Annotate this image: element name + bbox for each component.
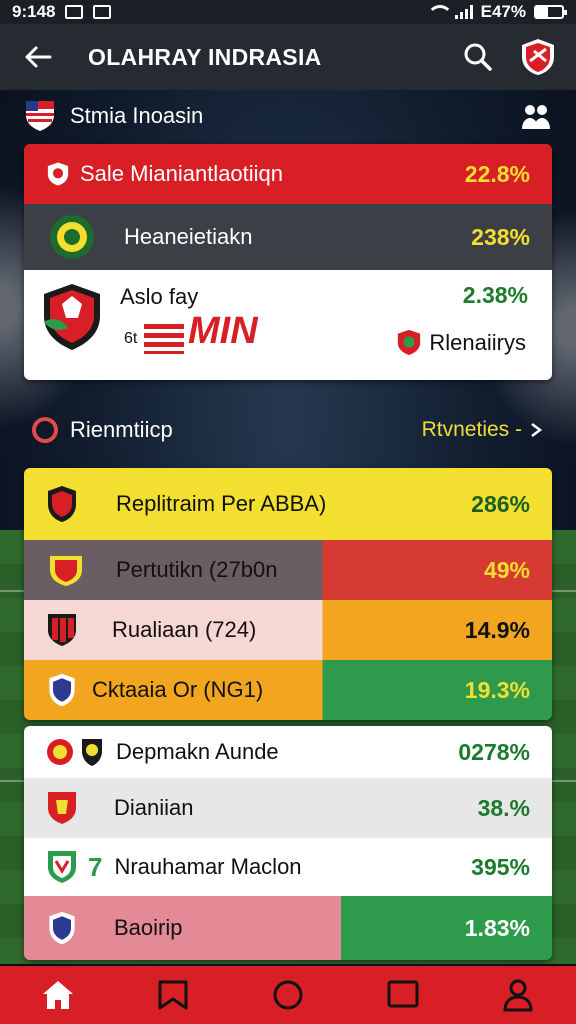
row-value: 22.8% — [464, 160, 530, 187]
row-small-label: 6t — [124, 330, 138, 347]
row-label: Rualiaan (724) — [112, 617, 257, 642]
section-action-link[interactable]: Rtvneties - — [422, 418, 544, 442]
row-value: 49% — [483, 556, 530, 583]
row-label: Aslo fay — [120, 284, 199, 309]
gallery-icon — [65, 5, 84, 19]
club-badge-icon — [48, 851, 76, 883]
chevron-right-icon — [531, 423, 543, 437]
club-badge-icon — [48, 614, 76, 646]
row-value: 2.38% — [462, 282, 528, 308]
mid-standings-card: Replitraim Per ABBA) 286% Pertutikn (27b… — [24, 468, 552, 720]
club-badge-icon — [49, 911, 75, 945]
search-icon[interactable] — [458, 37, 498, 77]
club-badge-icon — [50, 215, 94, 259]
circle-icon[interactable] — [270, 977, 306, 1013]
row-label: Cktaaia Or (NG1) — [92, 677, 264, 702]
row-value: 286% — [471, 490, 530, 517]
row-label: Heaneietiakn — [124, 224, 253, 249]
people-icon[interactable] — [520, 101, 552, 131]
square-icon[interactable] — [385, 977, 421, 1013]
flag-shield-icon — [26, 101, 54, 131]
table-row[interactable]: Heaneietiakn 238% — [24, 204, 552, 270]
bookmark-icon[interactable] — [155, 977, 191, 1013]
app-title: OLAHRAY INDRASIA — [88, 43, 322, 70]
card-header-row[interactable]: Sale Mianiantlaotiiqn 22.8% — [24, 144, 552, 204]
row-value: 395% — [471, 853, 530, 880]
app-bar: OLAHRAY INDRASIA — [0, 24, 576, 90]
bottom-navigation — [0, 966, 576, 1024]
row-value: 1.83% — [464, 914, 530, 941]
top-standings-card: Sale Mianiantlaotiiqn 22.8% Heaneietiakn… — [24, 144, 552, 380]
striped-banner — [144, 324, 184, 354]
table-row[interactable]: Dianiian 38.% — [24, 778, 552, 838]
battery-percent: E47% — [480, 2, 526, 21]
club-badge-icon — [48, 486, 76, 522]
row-value: 19.3% — [464, 676, 530, 703]
notification-icon — [93, 5, 112, 19]
club-badge-icon — [44, 284, 100, 350]
row-value: 14.9% — [464, 616, 530, 643]
table-row[interactable]: Rualiaan (724) 14.9% — [24, 600, 552, 660]
club-crest-icon[interactable] — [518, 37, 558, 77]
sub-header-title: Stmia Inoasin — [70, 103, 204, 128]
status-bar: 9:148 E47% — [0, 0, 576, 24]
row-label: Depmakn Aunde — [116, 739, 279, 764]
club-badge-icon — [49, 673, 75, 707]
section-action-label: Rtvneties - — [421, 418, 522, 441]
profile-icon[interactable] — [500, 977, 536, 1013]
row-right-label: Rlenaiirys — [429, 330, 526, 355]
bottom-standings-card: Depmakn Aunde 0278% Dianiian 38.% 7 Nrau… — [24, 726, 552, 960]
row-prefix: 7 — [88, 851, 103, 882]
row-label: Sale Mianiantlaotiiqn — [80, 161, 284, 186]
club-badge-icon — [397, 329, 421, 355]
club-badge-icon — [47, 162, 69, 186]
club-badge-icon — [50, 556, 82, 586]
row-label: Dianiian — [114, 795, 194, 820]
row-label: Baoirip — [114, 915, 183, 940]
table-row[interactable]: Cktaaia Or (NG1) 19.3% — [24, 660, 552, 720]
home-icon[interactable] — [40, 977, 76, 1013]
club-badge-icon — [48, 792, 76, 824]
signal-icon — [454, 5, 473, 19]
table-row[interactable]: Replitraim Per ABBA) 286% — [24, 468, 552, 540]
club-badge-pair-icon — [47, 739, 102, 766]
stamp-text: MIN — [188, 310, 258, 352]
row-label: Nrauhamar Maclon — [114, 854, 302, 879]
row-value: 0278% — [458, 738, 530, 765]
battery-icon — [534, 5, 567, 19]
back-arrow-icon[interactable] — [18, 37, 58, 77]
table-row[interactable]: Pertutikn (27b0n 49% — [24, 540, 552, 600]
section-label: Rienmtiicp — [70, 417, 173, 442]
section-header: Rienmtiicp Rtvneties - — [24, 402, 552, 458]
row-value: 238% — [471, 223, 530, 250]
table-row[interactable]: Aslo fay 6t MIN 2.38% Rlenaiirys — [24, 270, 552, 380]
row-label: Replitraim Per ABBA) — [116, 491, 327, 516]
sub-header: Stmia Inoasin — [24, 94, 552, 138]
row-value: 38.% — [477, 794, 530, 821]
wifi-icon — [426, 5, 453, 19]
table-row[interactable]: Baoirip 1.83% — [24, 896, 552, 960]
ring-icon — [32, 417, 58, 443]
table-row[interactable]: 7 Nrauhamar Maclon 395% — [24, 838, 552, 896]
row-label: Pertutikn (27b0n — [116, 557, 278, 582]
status-time: 9:148 — [12, 2, 56, 21]
table-row[interactable]: Depmakn Aunde 0278% — [24, 726, 552, 778]
